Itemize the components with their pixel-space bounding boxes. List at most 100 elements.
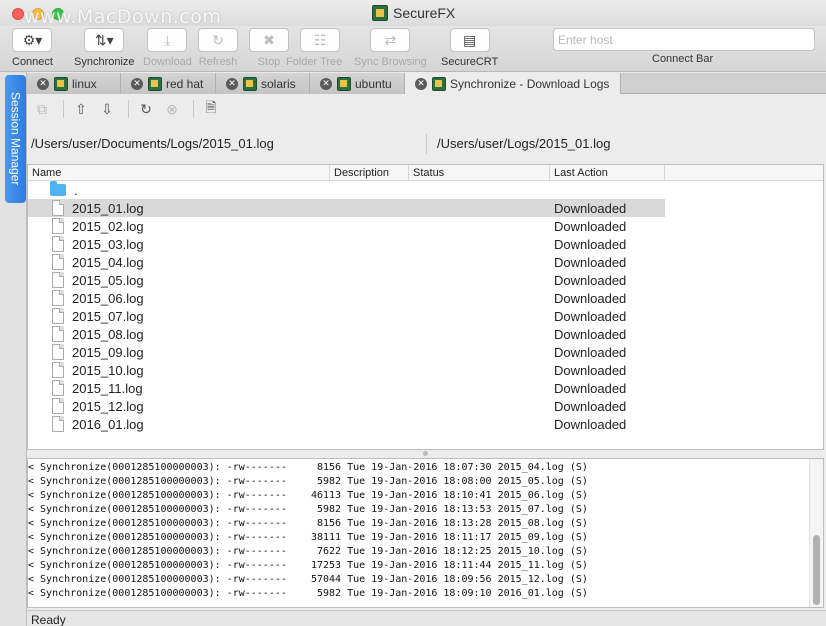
column-name[interactable]: Name — [28, 165, 330, 180]
gear-icon[interactable]: ⚙▾ — [12, 28, 53, 52]
file-icon — [52, 380, 64, 396]
file-rows: 2015_01.log Downloaded 2015_02.log Download… — [28, 199, 823, 433]
file-row[interactable]: 2015_02.log Downloaded — [28, 217, 665, 235]
download-label: Download — [143, 56, 192, 68]
last-action-cell: Downloaded — [554, 272, 627, 288]
log-line: < Synchronize(0001285100000003): -rw----… — [28, 532, 588, 543]
connect-button[interactable]: ⚙▾ Connect — [12, 28, 53, 68]
sync-arrows-icon[interactable]: ⇅▾ — [84, 28, 125, 52]
connect-label: Connect — [12, 56, 53, 68]
log-line: < Synchronize(0001285100000003): -rw----… — [28, 518, 588, 529]
close-tab-icon[interactable]: ✕ — [415, 77, 427, 90]
column-status[interactable]: Status — [409, 165, 550, 180]
download-file-icon[interactable]: ⇩ — [96, 98, 118, 120]
close-tab-icon[interactable]: ✕ — [131, 77, 143, 90]
compare-icon[interactable]: ⧉ — [31, 98, 53, 120]
path-bar: /Users/user/Documents/Logs/2015_01.log /… — [27, 124, 826, 164]
refresh-button[interactable]: ↻ Refresh — [198, 28, 238, 68]
securecrt-button[interactable]: ▤ SecureCRT — [441, 28, 498, 68]
last-action-cell: Downloaded — [554, 326, 627, 342]
sync-browsing-icon[interactable]: ⇄ — [370, 28, 411, 52]
last-action-cell: Downloaded — [554, 398, 627, 414]
last-action-cell: Downloaded — [554, 362, 627, 378]
file-row[interactable]: 2015_07.log Downloaded — [28, 307, 665, 325]
last-action-cell: Downloaded — [554, 254, 627, 270]
tab-label: red hat — [166, 76, 204, 91]
status-text: Ready — [31, 613, 66, 626]
last-action-cell: Downloaded — [554, 344, 627, 360]
log-line: < Synchronize(0001285100000003): -rw----… — [28, 588, 588, 599]
log-line: < Synchronize(0001285100000003): -rw----… — [28, 574, 588, 585]
file-row[interactable]: 2015_05.log Downloaded — [28, 271, 665, 289]
stop-icon[interactable]: ✖ — [249, 28, 289, 52]
file-row[interactable]: 2015_10.log Downloaded — [28, 361, 665, 379]
sync-browsing-label: Sync Browsing — [354, 56, 427, 68]
file-name: 2016_01.log — [72, 416, 144, 432]
log-line: < Synchronize(0001285100000003): -rw----… — [28, 462, 588, 473]
tab-red-hat[interactable]: ✕ red hat — [121, 73, 216, 94]
sync-browsing-button[interactable]: ⇄ Sync Browsing — [354, 28, 427, 68]
file-row[interactable]: 2015_06.log Downloaded — [28, 289, 665, 307]
transfer-log: < Synchronize(0001285100000003): -rw----… — [27, 458, 824, 608]
session-icon — [337, 76, 351, 91]
last-action-cell: Downloaded — [554, 380, 627, 396]
column-last-action[interactable]: Last Action — [550, 165, 665, 180]
download-icon[interactable]: ⤓ — [147, 28, 188, 52]
file-row[interactable]: 2015_04.log Downloaded — [28, 253, 665, 271]
file-row[interactable]: 2015_11.log Downloaded — [28, 379, 665, 397]
file-name: 2015_05.log — [72, 272, 144, 288]
tab-linux[interactable]: ✕ linux — [27, 73, 121, 94]
folder-icon — [50, 181, 66, 196]
tab-label: ubuntu — [355, 76, 392, 91]
folder-tree-label: Folder Tree — [286, 56, 343, 68]
tab-label: solaris — [261, 76, 296, 91]
close-tab-icon[interactable]: ✕ — [226, 77, 238, 90]
log-line: < Synchronize(0001285100000003): -rw----… — [28, 504, 588, 515]
file-row[interactable]: 2015_03.log Downloaded — [28, 235, 665, 253]
folder-tree-button[interactable]: ☷ Folder Tree — [286, 28, 342, 68]
folder-tree-icon[interactable]: ☷ — [300, 28, 341, 52]
refresh-icon[interactable]: ↻ — [135, 98, 157, 120]
file-list-header: Name Description Status Last Action — [28, 165, 823, 181]
file-icon — [52, 290, 64, 306]
local-path[interactable]: /Users/user/Documents/Logs/2015_01.log — [31, 136, 274, 151]
close-tab-icon[interactable]: ✕ — [37, 77, 49, 90]
stop-button[interactable]: ✖ Stop — [249, 28, 289, 68]
file-name: 2015_01.log — [72, 200, 144, 216]
log-scrollbar[interactable] — [809, 459, 823, 607]
pane-splitter[interactable] — [27, 450, 826, 458]
file-row[interactable]: 2015_12.log Downloaded — [28, 397, 665, 415]
file-icon — [52, 272, 64, 288]
upload-file-icon[interactable]: ⇧ — [70, 98, 92, 120]
file-icon — [52, 362, 64, 378]
remote-path[interactable]: /Users/user/Logs/2015_01.log — [437, 136, 610, 151]
file-row[interactable]: 2015_08.log Downloaded — [28, 325, 665, 343]
stop-label: Stop — [257, 56, 281, 68]
splitter-handle[interactable] — [423, 451, 428, 456]
window-title: SecureFX — [372, 5, 455, 21]
file-properties-icon[interactable]: 🗎 — [200, 98, 222, 120]
scrollbar-thumb[interactable] — [813, 535, 820, 605]
tab-synchronize-download-logs[interactable]: ✕ Synchronize - Download Logs — [405, 73, 621, 94]
file-row[interactable]: 2015_01.log Downloaded — [28, 199, 665, 217]
file-icon — [52, 236, 64, 252]
column-description[interactable]: Description — [330, 165, 409, 180]
last-action-cell: Downloaded — [554, 218, 627, 234]
tab-solaris[interactable]: ✕ solaris — [216, 73, 310, 94]
session-manager-tab[interactable]: Session Manager — [5, 75, 26, 203]
terminal-icon[interactable]: ▤ — [449, 28, 490, 52]
file-name: 2015_08.log — [72, 326, 144, 342]
download-button[interactable]: ⤓ Download — [143, 28, 192, 68]
parent-folder-row[interactable]: . — [28, 181, 665, 199]
file-row[interactable]: 2016_01.log Downloaded — [28, 415, 665, 433]
close-window-button[interactable] — [12, 8, 24, 20]
tab-ubuntu[interactable]: ✕ ubuntu — [310, 73, 405, 94]
file-name: 2015_06.log — [72, 290, 144, 306]
session-icon — [243, 76, 257, 91]
close-tab-icon[interactable]: ✕ — [320, 77, 332, 90]
file-row[interactable]: 2015_09.log Downloaded — [28, 343, 665, 361]
synchronize-button[interactable]: ⇅▾ Synchronize — [74, 28, 135, 68]
host-input[interactable] — [553, 28, 815, 51]
refresh-icon[interactable]: ↻ — [198, 28, 238, 52]
stop-icon[interactable]: ⊗ — [161, 98, 183, 120]
